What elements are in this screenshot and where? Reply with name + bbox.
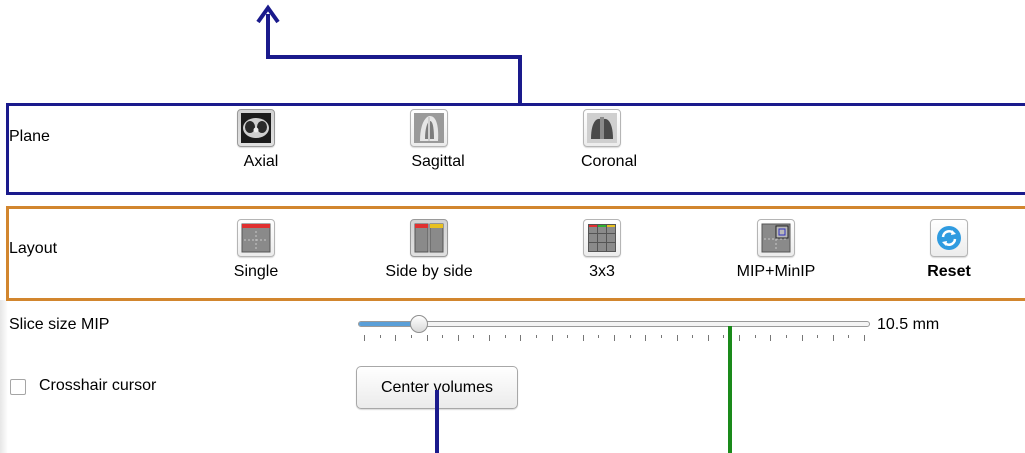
slider-tick (442, 335, 444, 338)
crosshair-checkbox[interactable] (10, 379, 26, 395)
slider-tick (739, 335, 740, 341)
plane-sagittal-tool[interactable]: Sagittal (409, 109, 465, 171)
sagittal-button[interactable] (410, 109, 448, 147)
slider-tick (629, 335, 631, 338)
side-by-side-layout-button[interactable] (410, 219, 448, 257)
grid-3x3-layout-button[interactable] (583, 219, 621, 257)
slider-tick (864, 335, 865, 341)
reset-icon (937, 226, 961, 250)
axial-ct-icon (241, 113, 271, 143)
slider-tick (801, 335, 803, 341)
slider-tick (817, 335, 819, 338)
slider-tick (426, 335, 428, 341)
slider-tick (504, 335, 506, 338)
layout-3x3-tool[interactable]: 3x3 (582, 219, 622, 281)
single-label: Single (233, 263, 279, 280)
mip-minip-label: MIP+MinIP (736, 263, 816, 280)
slice-size-value: 10.5 mm (877, 316, 940, 333)
layout-panel (6, 206, 1025, 301)
3x3-label: 3x3 (589, 263, 615, 280)
slider-tick (364, 335, 365, 341)
grid-3x3-layout-icon (588, 224, 616, 252)
slider-tick (457, 335, 459, 341)
slider-tick (551, 335, 553, 341)
reset-label: Reset (927, 263, 971, 280)
slice-size-label: Slice size MIP (9, 316, 110, 333)
layout-reset-tool[interactable]: Reset (927, 219, 971, 281)
coronal-ct-icon (587, 113, 617, 143)
slider-tick (785, 335, 787, 338)
coronal-button[interactable] (583, 109, 621, 147)
slider-tick (723, 335, 725, 338)
mip-minip-layout-icon (761, 223, 791, 253)
reset-button[interactable] (930, 219, 968, 257)
slice-size-slider-thumb[interactable] (410, 315, 429, 333)
coronal-label: Coronal (580, 153, 638, 170)
crosshair-label: Crosshair cursor (39, 377, 157, 394)
plane-label: Plane (9, 128, 50, 145)
slider-tick (379, 335, 381, 338)
slider-tick (660, 335, 662, 338)
plane-coronal-tool[interactable]: Coronal (581, 109, 637, 171)
slider-tick (567, 335, 569, 338)
sagittal-ct-icon (414, 113, 444, 143)
center-volumes-button[interactable]: Center volumes (356, 366, 518, 409)
plane-axial-tool[interactable]: Axial (236, 109, 279, 171)
layout-mip-minip-tool[interactable]: MIP+MinIP (737, 219, 815, 281)
left-edge-shadow (0, 300, 8, 453)
side-by-side-layout-icon (414, 223, 444, 253)
slider-tick (770, 335, 772, 341)
axial-button[interactable] (237, 109, 275, 147)
slider-tick (489, 335, 490, 341)
slider-tick (645, 335, 647, 341)
layout-single-tool[interactable]: Single (233, 219, 279, 281)
plane-panel (6, 103, 1025, 195)
slider-tick (473, 335, 475, 338)
slider-tick (754, 335, 756, 338)
slider-tick (582, 335, 584, 341)
center-volumes-label: Center volumes (380, 378, 494, 396)
slider-tick (410, 335, 412, 338)
slider-tick (692, 335, 694, 338)
layout-side-by-side-tool[interactable]: Side by side (385, 219, 473, 281)
slider-tick (707, 335, 709, 341)
layout-label: Layout (9, 240, 58, 257)
slider-tick (832, 335, 834, 341)
slider-tick (676, 335, 678, 341)
single-layout-button[interactable] (237, 219, 275, 257)
slider-tick (535, 335, 537, 338)
slice-size-slider-track[interactable] (358, 321, 870, 327)
sagittal-label: Sagittal (411, 153, 465, 170)
side-by-side-label: Side by side (385, 263, 473, 280)
slider-tick (848, 335, 850, 338)
slider-tick (598, 335, 600, 338)
axial-label: Axial (243, 153, 279, 170)
slider-tick (614, 335, 615, 341)
slice-size-slider-ticks (364, 335, 865, 341)
plane-callout-arrow (266, 14, 522, 103)
single-layout-icon (241, 223, 271, 253)
mip-minip-layout-button[interactable] (757, 219, 795, 257)
plane-callout-arrowhead (256, 4, 280, 24)
slider-tick (395, 335, 397, 341)
slider-tick (520, 335, 522, 341)
